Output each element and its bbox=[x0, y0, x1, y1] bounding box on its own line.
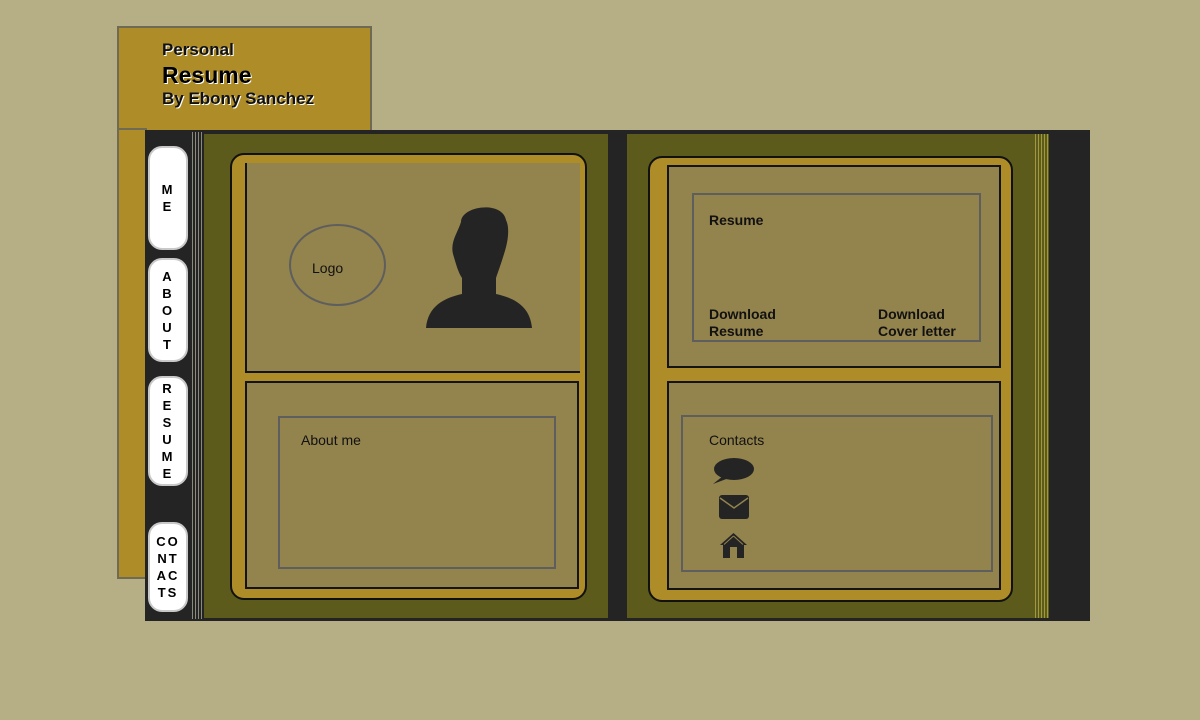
tab-resume[interactable]: R E S U M E bbox=[148, 376, 188, 486]
profile-avatar-icon bbox=[426, 207, 532, 328]
tab-resume-label-4: U bbox=[162, 432, 174, 447]
envelope-icon[interactable] bbox=[719, 495, 749, 519]
tab-about-label-3: O bbox=[161, 302, 175, 318]
tab-resume-label-5: M bbox=[161, 449, 175, 464]
tab-contacts-label-2: NT bbox=[157, 551, 179, 566]
tab-me[interactable]: M E bbox=[148, 146, 188, 250]
title-resume: Resume bbox=[162, 62, 252, 88]
about-box: About me bbox=[278, 416, 556, 569]
tab-contacts[interactable]: CO NT AC TS bbox=[148, 522, 188, 612]
binder-spine bbox=[192, 132, 204, 619]
download-resume-line1: Download bbox=[709, 306, 776, 322]
tab-about[interactable]: A B O U T bbox=[148, 258, 188, 362]
tab-resume-label-3: S bbox=[162, 415, 174, 430]
tab-about-label-4: U bbox=[162, 319, 174, 335]
title-personal: Personal bbox=[162, 40, 234, 59]
page-edges bbox=[1035, 134, 1049, 618]
tab-about-label-5: T bbox=[163, 336, 173, 352]
download-cover-line2: Cover letter bbox=[878, 323, 956, 339]
tab-me-label-1: M bbox=[161, 182, 175, 197]
resume-box: Resume Download Resume Download Cover le… bbox=[692, 193, 981, 342]
tab-about-label-2: B bbox=[162, 285, 174, 301]
about-label: About me bbox=[301, 432, 361, 448]
tab-resume-label-6: E bbox=[162, 466, 174, 481]
tab-resume-label-2: E bbox=[162, 398, 174, 413]
tab-contacts-label-4: TS bbox=[157, 585, 179, 600]
home-icon[interactable] bbox=[719, 532, 748, 559]
download-resume-line2: Resume bbox=[709, 323, 764, 339]
download-cover-letter-link[interactable]: Download Cover letter bbox=[878, 306, 956, 340]
logo-label: Logo bbox=[312, 260, 344, 276]
logo-circle[interactable]: Logo bbox=[289, 224, 386, 306]
side-gold-strip bbox=[117, 128, 147, 579]
chat-bubble-icon[interactable] bbox=[711, 457, 755, 485]
tab-me-label-2: E bbox=[162, 199, 174, 214]
resume-label: Resume bbox=[709, 212, 764, 228]
title-author: By Ebony Sanchez bbox=[162, 89, 315, 108]
tab-contacts-label-3: AC bbox=[156, 568, 180, 583]
download-resume-link[interactable]: Download Resume bbox=[709, 306, 776, 340]
download-cover-line1: Download bbox=[878, 306, 945, 322]
tab-contacts-label-1: CO bbox=[156, 534, 180, 549]
title-tab: Personal Resume By Ebony Sanchez bbox=[117, 26, 372, 132]
contacts-label: Contacts bbox=[709, 432, 765, 448]
tab-about-label-1: A bbox=[162, 268, 174, 284]
tab-resume-label-1: R bbox=[162, 381, 174, 396]
